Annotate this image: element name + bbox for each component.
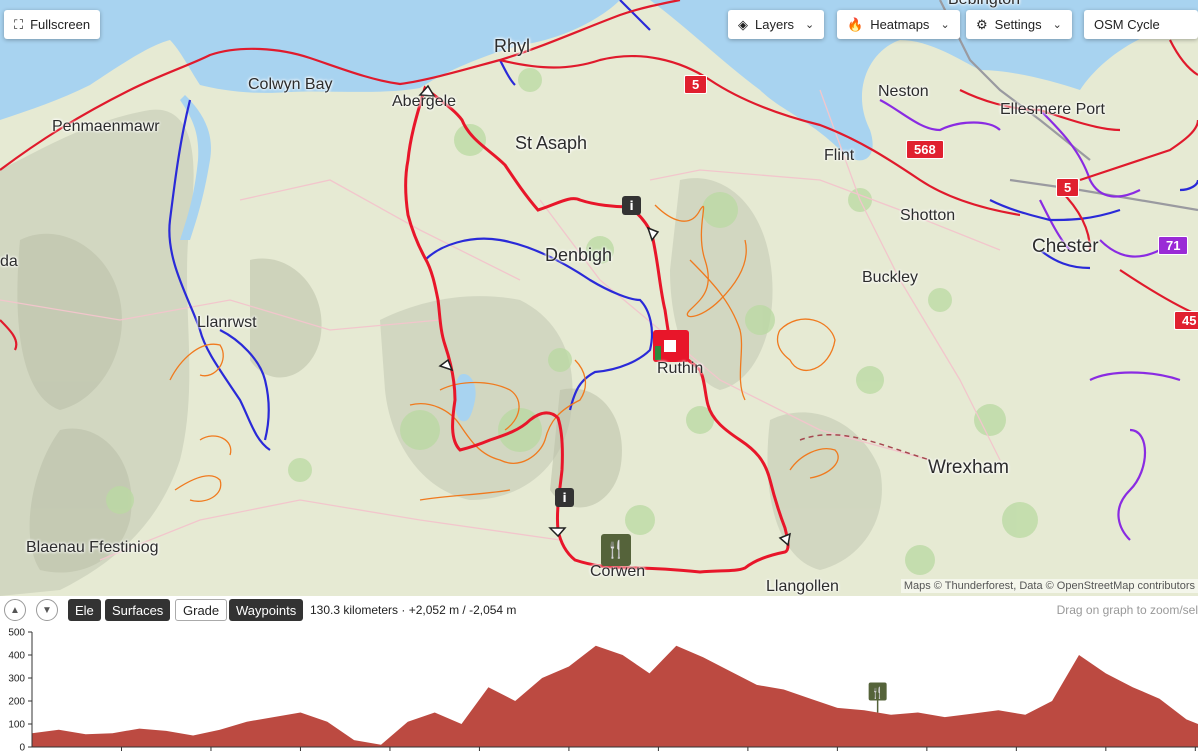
chevron-down-icon: ⌄ — [805, 19, 815, 31]
chevron-down-icon: ⌄ — [1052, 19, 1062, 31]
fullscreen-button[interactable]: ⛶ Fullscreen — [4, 10, 101, 39]
map-canvas[interactable] — [0, 0, 1198, 596]
elevation-toolbar: ▲ ▼ Ele Surfaces Grade Waypoints 130.3 k… — [0, 596, 1198, 624]
place-abergele: Abergele — [392, 93, 457, 110]
route-shield: 568 — [906, 140, 944, 159]
heatmaps-button[interactable]: 🔥 Heatmaps ⌄ — [837, 10, 960, 39]
y-tick-label: 300 — [8, 674, 25, 685]
place-st-asaph: St Asaph — [515, 133, 588, 153]
basemap-select[interactable]: OSM Cycle — [1084, 10, 1198, 39]
place-blaenau-ffestiniog: Blaenau Ffestiniog — [26, 539, 159, 556]
route-shield: 5 — [1056, 178, 1080, 197]
place-bebington: Bebington — [948, 0, 1020, 9]
start-finish-marker[interactable] — [653, 330, 689, 362]
info-poi-icon[interactable]: i — [555, 488, 574, 507]
place-flint: Flint — [824, 147, 855, 164]
svg-text:🍴: 🍴 — [871, 687, 885, 700]
fork-knife-icon[interactable]: 🍴 — [868, 682, 887, 713]
elevation-panel: ▲ ▼ Ele Surfaces Grade Waypoints 130.3 k… — [0, 596, 1198, 754]
place-llangollen: Llangollen — [766, 578, 839, 595]
route-shield: 5 — [684, 75, 708, 94]
place-ruthin: Ruthin — [657, 360, 704, 377]
layers-icon: ◈ — [738, 16, 748, 32]
info-poi-icon[interactable]: i — [622, 196, 641, 215]
elevation-chart[interactable]: 0 100 200 300 400 500 🍴 — [0, 624, 1198, 754]
fork-knife-icon[interactable]: 🍴 — [601, 534, 631, 566]
tab-surfaces[interactable]: Surfaces — [105, 599, 171, 621]
tab-ele[interactable]: Ele — [68, 599, 101, 621]
chevron-down-icon: ⌄ — [940, 19, 950, 31]
map-view[interactable]: Rhyl Colwyn Bay Abergele Penmaenmawr St … — [0, 0, 1198, 596]
y-tick-label: 200 — [8, 697, 25, 708]
place-penmaenmawr: Penmaenmawr — [52, 118, 160, 135]
tab-grade[interactable]: Grade — [175, 599, 228, 621]
place-chester: Chester — [1032, 236, 1099, 257]
flame-icon: 🔥 — [847, 16, 864, 32]
place-neston: Neston — [878, 83, 929, 100]
y-tick-label: 0 — [19, 743, 25, 754]
place-partial-west: da — [0, 253, 18, 270]
y-tick-label: 500 — [8, 628, 25, 639]
layers-button[interactable]: ◈ Layers ⌄ — [728, 10, 825, 39]
place-buckley: Buckley — [862, 269, 919, 286]
y-tick-label: 100 — [8, 720, 25, 731]
place-denbigh: Denbigh — [545, 245, 613, 265]
y-tick-label: 400 — [8, 651, 25, 662]
tab-waypoints[interactable]: Waypoints — [229, 599, 304, 621]
place-shotton: Shotton — [900, 207, 956, 224]
route-shield: 71 — [1158, 236, 1189, 255]
place-rhyl: Rhyl — [494, 36, 531, 56]
route-shield: 45 — [1174, 311, 1198, 330]
elevation-area[interactable] — [32, 645, 1198, 747]
settings-button[interactable]: ⚙ Settings ⌄ — [966, 10, 1072, 39]
place-wrexham: Wrexham — [928, 457, 1009, 478]
graph-hint: Drag on graph to zoom/sel — [1056, 603, 1198, 617]
chevron-up-icon[interactable]: ▲ — [4, 599, 26, 621]
app-root: Rhyl Colwyn Bay Abergele Penmaenmawr St … — [0, 0, 1198, 754]
route-stats: 130.3 kilometers · +2,052 m / -2,054 m — [310, 603, 517, 617]
gear-icon: ⚙ — [976, 16, 988, 32]
place-ellesmere-port: Ellesmere Port — [1000, 101, 1105, 118]
fullscreen-icon: ⛶ — [14, 16, 24, 32]
place-colwyn-bay: Colwyn Bay — [248, 76, 333, 93]
place-llanrwst: Llanrwst — [197, 314, 257, 331]
map-attribution: Maps © Thunderforest, Data © OpenStreetM… — [900, 579, 1198, 593]
chevron-down-icon[interactable]: ▼ — [36, 599, 58, 621]
